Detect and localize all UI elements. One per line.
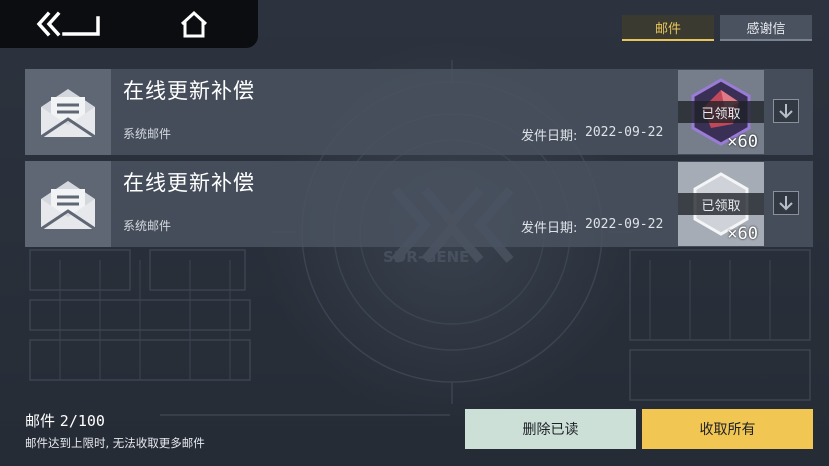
download-icon (773, 191, 799, 215)
mail-count: 邮件 2/100 (25, 410, 105, 431)
logo-text: SDR-GENE (383, 248, 469, 266)
reward-item[interactable]: 已领取 ×60 (678, 70, 764, 154)
delete-read-button[interactable]: 删除已读 (465, 409, 636, 449)
tab-thank-you-letters[interactable]: 感谢信 (720, 15, 812, 41)
top-nav-bar (0, 0, 258, 48)
mail-envelope-box (25, 161, 111, 247)
mail-date-label: 发件日期: (521, 221, 578, 236)
mail-limit-notice: 邮件达到上限时, 无法收取更多邮件 (25, 436, 205, 450)
mail-count-label: 邮件 (25, 412, 56, 430)
mail-title: 在线更新补偿 (123, 79, 255, 103)
collect-all-button[interactable]: 收取所有 (642, 409, 813, 449)
double-chevron-back-icon (36, 11, 100, 37)
download-icon (773, 99, 799, 123)
mail-date: 2022-09-22 (585, 125, 664, 140)
home-button[interactable] (176, 8, 212, 40)
claimed-badge: 已领取 (678, 101, 764, 123)
open-envelope-icon (40, 181, 96, 231)
back-button[interactable] (34, 8, 104, 40)
home-icon (180, 10, 208, 38)
mail-date: 2022-09-22 (585, 217, 664, 232)
reward-item[interactable]: 已领取 ×60 (678, 162, 764, 246)
mail-title: 在线更新补偿 (123, 171, 255, 195)
mail-item[interactable]: 在线更新补偿 系统邮件 发件日期: 2022-09-22 已领取 ×60 (25, 161, 813, 247)
open-envelope-icon (40, 89, 96, 139)
mail-type: 系统邮件 (123, 127, 172, 141)
reward-count: ×60 (727, 132, 758, 152)
tab-mail[interactable]: 邮件 (622, 15, 714, 41)
mail-date-label: 发件日期: (521, 129, 578, 144)
reward-count: ×60 (727, 224, 758, 244)
mail-count-value: 2/100 (59, 412, 105, 430)
mail-type: 系统邮件 (123, 219, 172, 233)
mail-envelope-box (25, 69, 111, 155)
mail-item[interactable]: 在线更新补偿 系统邮件 发件日期: 2022-09-22 已领取 ×60 (25, 69, 813, 155)
claimed-badge: 已领取 (678, 193, 764, 215)
